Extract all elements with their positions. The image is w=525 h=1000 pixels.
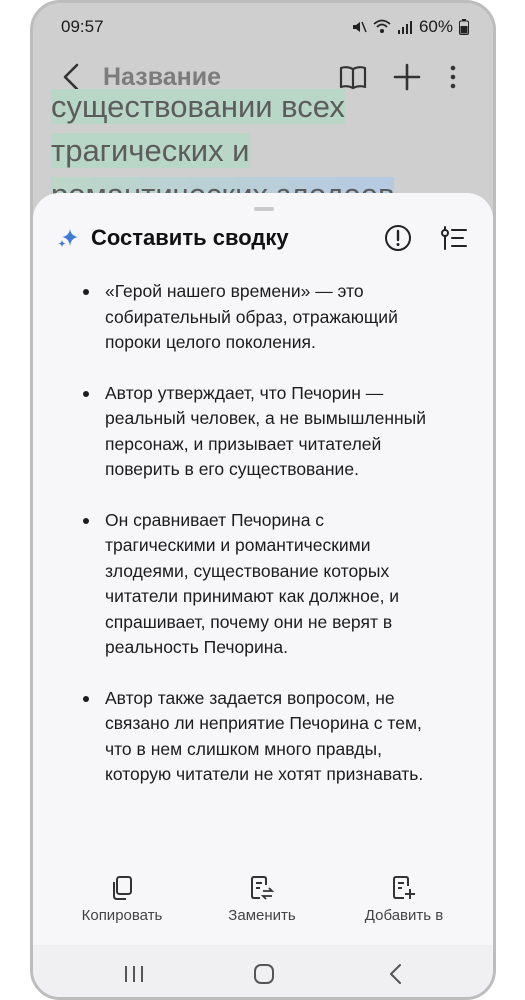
summary-item: Он сравнивает Печорина с трагическими и … — [79, 508, 439, 661]
wifi-icon — [373, 19, 391, 33]
replace-icon — [251, 876, 275, 900]
drag-handle[interactable] — [254, 207, 274, 211]
copy-label: Копировать — [81, 907, 163, 924]
signal-icon — [397, 21, 412, 34]
add-to-button[interactable]: Добавить в — [339, 875, 469, 924]
status-time: 09:57 — [61, 17, 104, 36]
status-icons: 60% — [351, 17, 469, 37]
sheet-header: Составить сводку — [57, 223, 473, 255]
system-nav-bar — [33, 945, 493, 997]
battery-icon — [459, 19, 469, 35]
replace-button[interactable]: Заменить — [197, 875, 327, 924]
doc-line: существовании всех — [51, 89, 345, 124]
copy-button[interactable]: Копировать — [57, 875, 187, 924]
sparkle-icon — [58, 229, 78, 247]
phone-frame: 09:57 60% Название существовании всех тр… — [30, 0, 496, 1000]
summary-item: Автор также задается вопросом, не связан… — [79, 686, 439, 788]
doc-line: трагических и — [51, 133, 250, 168]
copy-icon — [113, 876, 132, 900]
add-to-label: Добавить в — [364, 907, 444, 924]
summary-list: «Герой нашего времени» — это собирательн… — [79, 279, 439, 813]
summary-item: Автор утверждает, что Печорин — реальный… — [79, 381, 439, 483]
sheet-title: Составить сводку — [91, 225, 289, 250]
list-settings-icon[interactable] — [439, 223, 469, 253]
action-bar: Копировать Заменить Добавить в — [33, 875, 493, 935]
battery-percent: 60% — [418, 17, 453, 36]
info-icon[interactable] — [383, 223, 413, 253]
summary-sheet: Составить сводку «Герой нашего времени» … — [33, 193, 493, 997]
mute-icon — [352, 21, 367, 33]
summary-item: «Герой нашего времени» — это собирательн… — [79, 279, 439, 356]
add-to-note-icon — [393, 876, 415, 899]
nav-back-icon[interactable] — [383, 963, 409, 985]
home-icon[interactable] — [251, 963, 277, 985]
replace-label: Заменить — [228, 907, 296, 924]
recent-apps-icon[interactable] — [121, 963, 147, 985]
status-bar: 09:57 60% — [33, 3, 493, 51]
